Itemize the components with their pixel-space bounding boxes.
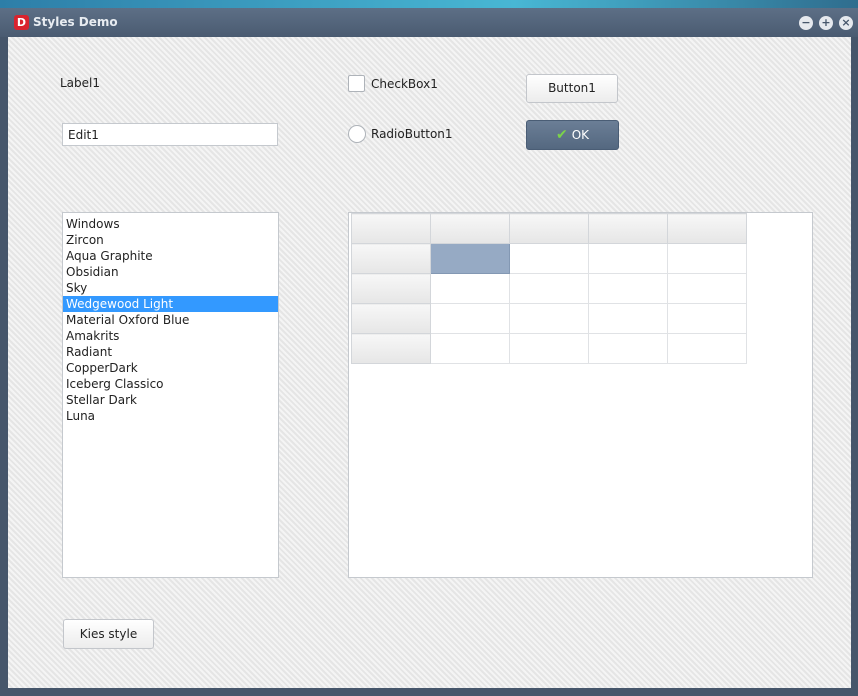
grid-cell[interactable] xyxy=(430,333,510,364)
grid-fixed-cell[interactable] xyxy=(351,273,431,304)
list-item[interactable]: Amakrits xyxy=(63,328,278,344)
desktop-background xyxy=(0,0,858,8)
maximize-icon[interactable]: + xyxy=(819,16,833,30)
grid-cell[interactable] xyxy=(588,243,668,274)
list-item[interactable]: Iceberg Classico xyxy=(63,376,278,392)
grid-cell[interactable] xyxy=(509,333,589,364)
grid-cell[interactable] xyxy=(509,303,589,334)
radiobutton1-label: RadioButton1 xyxy=(371,127,453,141)
kies-style-button[interactable]: Kies style xyxy=(63,619,154,649)
list-item[interactable]: Radiant xyxy=(63,344,278,360)
grid-fixed-cell[interactable] xyxy=(667,213,747,244)
list-item[interactable]: Windows xyxy=(63,216,278,232)
grid-fixed-cell[interactable] xyxy=(588,213,668,244)
window-title: Styles Demo xyxy=(33,15,118,29)
grid-cell[interactable] xyxy=(430,303,510,334)
list-item[interactable]: Wedgewood Light xyxy=(63,296,278,312)
label1: Label1 xyxy=(60,76,101,90)
grid-selected-cell[interactable] xyxy=(430,243,510,274)
radiobutton1-circle[interactable] xyxy=(348,125,366,143)
ok-button-label: OK xyxy=(571,128,590,142)
ok-button[interactable]: ✔ OK xyxy=(526,120,619,150)
list-item[interactable]: Stellar Dark xyxy=(63,392,278,408)
grid-cell[interactable] xyxy=(667,333,747,364)
list-item[interactable]: Aqua Graphite xyxy=(63,248,278,264)
grid-row xyxy=(351,333,747,364)
list-item[interactable]: Material Oxford Blue xyxy=(63,312,278,328)
grid-cell[interactable] xyxy=(667,243,747,274)
grid-table[interactable] xyxy=(351,213,747,364)
button1[interactable]: Button1 xyxy=(526,74,618,103)
grid-fixed-cell[interactable] xyxy=(430,213,510,244)
grid-fixed-cell[interactable] xyxy=(351,243,431,274)
list-item[interactable]: Obsidian xyxy=(63,264,278,280)
grid-cell[interactable] xyxy=(667,303,747,334)
close-icon[interactable]: × xyxy=(839,16,853,30)
style-listbox[interactable]: Windows Zircon Aqua Graphite Obsidian Sky Wed… xyxy=(62,212,279,578)
grid-cell[interactable] xyxy=(509,273,589,304)
grid-row xyxy=(351,243,747,274)
grid-cell[interactable] xyxy=(667,273,747,304)
grid-fixed-cell[interactable] xyxy=(351,303,431,334)
grid-cell[interactable] xyxy=(588,303,668,334)
checkmark-icon: ✔ xyxy=(555,127,568,143)
grid-row xyxy=(351,213,747,244)
radiobutton1[interactable]: RadioButton1 xyxy=(348,125,453,143)
app-window: D Styles Demo − + × Label1 CheckBox1 Rad… xyxy=(0,8,858,696)
list-item[interactable]: Sky xyxy=(63,280,278,296)
title-bar[interactable]: D Styles Demo − + × xyxy=(0,8,858,37)
grid-cell[interactable] xyxy=(430,273,510,304)
list-item[interactable]: Luna xyxy=(63,408,278,424)
list-item[interactable]: Zircon xyxy=(63,232,278,248)
grid-fixed-cell[interactable] xyxy=(351,333,431,364)
checkbox1-label: CheckBox1 xyxy=(371,76,438,91)
form-client-area: Label1 CheckBox1 RadioButton1 Button1 ✔O… xyxy=(8,37,851,688)
grid-row xyxy=(351,273,747,304)
grid-cell[interactable] xyxy=(588,273,668,304)
grid-fixed-cell[interactable] xyxy=(351,213,431,244)
string-grid[interactable] xyxy=(348,212,813,578)
grid-row xyxy=(351,303,747,334)
grid-fixed-cell[interactable] xyxy=(509,213,589,244)
checkbox1-box[interactable] xyxy=(348,75,365,92)
grid-cell[interactable] xyxy=(509,243,589,274)
app-icon: D xyxy=(14,15,29,30)
list-item[interactable]: CopperDark xyxy=(63,360,278,376)
minimize-icon[interactable]: − xyxy=(799,16,813,30)
checkbox1[interactable]: CheckBox1 xyxy=(348,75,438,92)
grid-cell[interactable] xyxy=(588,333,668,364)
edit1-input[interactable] xyxy=(62,123,278,146)
